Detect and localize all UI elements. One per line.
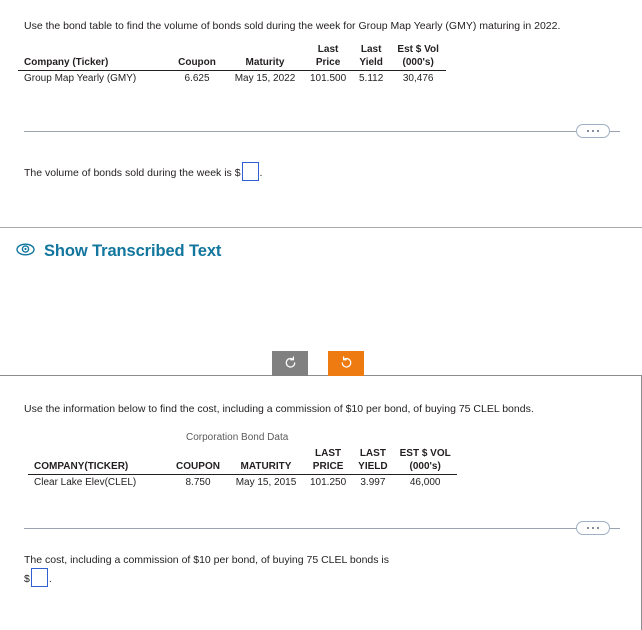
show-transcribed-text-toggle[interactable]: Show Transcribed Text: [16, 242, 221, 261]
header-last-price-line1: Last: [317, 44, 339, 55]
header-last-yield: Last Yield: [352, 44, 391, 71]
more-options-button[interactable]: [576, 124, 610, 138]
header-company-label: COMPANY(TICKER): [34, 460, 129, 472]
header-last-price-line2: Price: [315, 56, 341, 68]
redo-circular-arrow-icon: [340, 355, 353, 372]
header-coupon-label: Coupon: [178, 56, 216, 68]
dot-icon: [591, 526, 595, 530]
table-row: Group Map Yearly (GMY) 6.625 May 15, 202…: [18, 71, 446, 84]
header-maturity: Maturity: [226, 44, 304, 71]
bottom-question-prompt: Use the information below to find the co…: [24, 403, 534, 415]
top-answer-input[interactable]: [241, 162, 259, 181]
bottom-answer-input[interactable]: [30, 568, 48, 588]
header-last-price: LAST PRICE: [304, 448, 353, 475]
header-est-vol: Est $ Vol (000's): [390, 44, 447, 71]
header-est-vol: EST $ VOL (000's): [393, 448, 457, 475]
header-last-yield: LAST YIELD: [352, 448, 394, 475]
bond-table-top: Company (Ticker) Coupon Maturity Last Pr…: [18, 44, 447, 84]
header-last-price-line1: LAST: [315, 448, 342, 459]
header-company: COMPANY(TICKER): [28, 448, 168, 475]
bottom-divider: [24, 521, 620, 535]
question-page: Use the bond table to find the volume of…: [0, 0, 642, 630]
cell-coupon: 6.625: [184, 73, 210, 84]
table-row: Clear Lake Elev(CLEL) 8.750 May 15, 2015…: [28, 475, 457, 488]
header-est-vol-line1: EST $ VOL: [399, 448, 451, 459]
bond-table-bottom: COMPANY(TICKER) COUPON MATURITY LAST PRI…: [28, 448, 457, 488]
cell-maturity: May 15, 2022: [234, 73, 296, 84]
cell-company: Group Map Yearly (GMY): [24, 73, 137, 84]
more-options-button[interactable]: [576, 521, 610, 535]
navigation-buttons: [272, 351, 364, 376]
header-maturity-label: Maturity: [245, 56, 285, 68]
top-answer-line: The volume of bonds sold during the week…: [24, 162, 262, 181]
dot-icon: [586, 129, 590, 133]
header-last-yield-line2: YIELD: [358, 460, 388, 472]
show-transcribed-text-label: Show Transcribed Text: [44, 242, 222, 260]
header-est-vol-line1: Est $ Vol: [397, 44, 439, 55]
header-last-price-line2: PRICE: [312, 460, 344, 472]
header-last-yield-line2: Yield: [359, 56, 383, 68]
header-last-price: Last Price: [304, 44, 353, 71]
top-divider: [24, 124, 620, 138]
header-maturity-label: MATURITY: [240, 460, 292, 472]
dot-icon: [586, 526, 590, 530]
header-company: Company (Ticker): [18, 44, 168, 71]
cell-company: Clear Lake Elev(CLEL): [34, 477, 137, 488]
cell-last-yield: 5.112: [359, 73, 384, 84]
cell-last-price: 101.500: [310, 73, 347, 84]
bottom-answer-prefix: The cost, including a commission of $10 …: [24, 554, 389, 566]
header-est-vol-line2: (000's): [402, 56, 434, 68]
header-last-yield-line1: Last: [360, 44, 382, 55]
top-answer-suffix: .: [259, 167, 263, 179]
bottom-answer-line: The cost, including a commission of $10 …: [24, 553, 454, 588]
divider-line: [24, 528, 620, 529]
top-question-panel: Use the bond table to find the volume of…: [0, 0, 642, 208]
dot-icon: [591, 129, 595, 133]
header-company-label: Company (Ticker): [24, 56, 109, 68]
header-est-vol-line2: (000's): [409, 460, 441, 472]
dot-icon: [596, 129, 600, 133]
redo-button[interactable]: [328, 351, 364, 376]
bottom-answer-currency: $: [24, 573, 30, 586]
header-maturity: MATURITY: [228, 448, 304, 475]
header-coupon: COUPON: [168, 448, 228, 475]
undo-button[interactable]: [272, 351, 308, 376]
header-coupon-label: COUPON: [176, 460, 220, 472]
cell-est-vol: 30,476: [402, 73, 434, 84]
top-question-prompt: Use the bond table to find the volume of…: [24, 20, 561, 32]
header-last-yield-line1: LAST: [359, 448, 386, 459]
cell-est-vol: 46,000: [409, 477, 441, 488]
header-coupon: Coupon: [168, 44, 226, 71]
section-separator: [0, 227, 642, 228]
bottom-answer-suffix: .: [48, 573, 52, 586]
dot-icon: [596, 526, 600, 530]
cell-maturity: May 15, 2015: [235, 477, 297, 488]
cell-last-yield: 3.997: [360, 477, 386, 488]
divider-line: [24, 131, 620, 132]
eye-icon: [16, 242, 35, 261]
undo-circular-arrow-icon: [284, 355, 297, 372]
cell-coupon: 8.750: [185, 477, 211, 488]
bottom-table-caption: Corporation Bond Data: [186, 432, 289, 443]
top-answer-prefix: The volume of bonds sold during the week…: [24, 167, 241, 179]
cell-last-price: 101.250: [310, 477, 347, 488]
